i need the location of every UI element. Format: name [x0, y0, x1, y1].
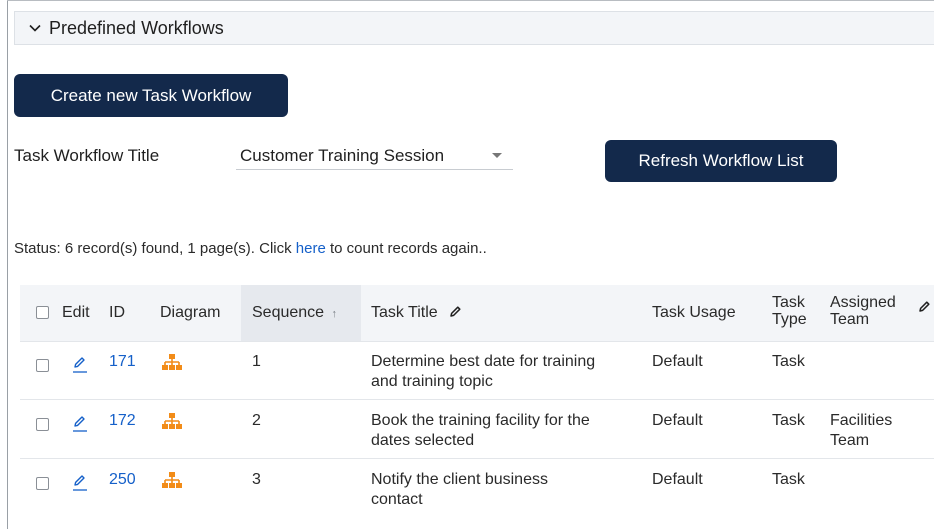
row-checkbox[interactable]: [36, 477, 49, 490]
edit-pencil-icon[interactable]: [72, 473, 88, 493]
column-header-sequence[interactable]: Sequence ↑: [252, 304, 337, 323]
task-title-line2: and training topic: [371, 373, 493, 390]
task-title-line1: Determine best date for training: [371, 353, 596, 370]
assigned-team-label-line1: Assigned: [830, 294, 896, 311]
row-task-type: Task: [772, 353, 805, 370]
column-header-task-type[interactable]: Task Type: [772, 294, 807, 328]
refresh-workflow-list-button[interactable]: Refresh Workflow List: [605, 140, 837, 182]
task-title-line1: Notify the client business: [371, 471, 548, 488]
predefined-workflows-header[interactable]: Predefined Workflows: [14, 11, 934, 45]
header-divider: [20, 341, 934, 342]
edit-pencil-icon[interactable]: [72, 414, 88, 434]
sort-ascending-icon: ↑: [331, 308, 338, 320]
diagram-icon[interactable]: [162, 413, 182, 430]
selected-workflow-value: Customer Training Session: [240, 146, 445, 165]
row-task-usage: Default: [652, 353, 703, 370]
sequence-label: Sequence: [252, 304, 325, 321]
dropdown-caret-icon: [492, 153, 502, 158]
panel-border-top: [7, 0, 934, 1]
row-id-link[interactable]: 172: [109, 411, 136, 431]
row-task-type: Task: [772, 471, 805, 488]
task-title-line1: Book the training facility for the: [371, 412, 590, 429]
row-checkbox[interactable]: [36, 359, 49, 372]
row-id-link[interactable]: 171: [109, 352, 136, 372]
pencil-icon[interactable]: [449, 305, 462, 318]
count-records-link[interactable]: here: [296, 240, 326, 257]
assigned-team-label-line2: Team: [830, 311, 870, 328]
task-title-line2: contact: [371, 491, 423, 508]
diagram-icon[interactable]: [162, 472, 182, 489]
select-all-checkbox[interactable]: [36, 306, 49, 319]
assigned-team-line2: Team: [830, 432, 870, 449]
column-header-task-title[interactable]: Task Title: [371, 304, 462, 321]
section-title: Predefined Workflows: [49, 17, 224, 38]
status-suffix: to count records again..: [325, 240, 487, 257]
row-task-title: Determine best date for training and tra…: [371, 352, 595, 392]
column-header-diagram: Diagram: [160, 304, 221, 321]
task-type-label-line2: Type: [772, 311, 807, 328]
create-task-workflow-button[interactable]: Create new Task Workflow: [14, 74, 288, 117]
row-id-link[interactable]: 250: [109, 470, 136, 490]
column-header-edit: Edit: [62, 304, 90, 321]
row-task-title: Book the training facility for the dates…: [371, 411, 590, 451]
row-task-usage: Default: [652, 412, 703, 429]
task-type-label-line1: Task: [772, 294, 805, 311]
row-task-title: Notify the client business contact: [371, 470, 548, 510]
task-title-label: Task Title: [371, 304, 438, 321]
task-workflow-title-select[interactable]: Customer Training Session: [236, 140, 513, 170]
status-text: Status: 6 record(s) found, 1 page(s). Cl…: [14, 240, 487, 257]
diagram-icon[interactable]: [162, 354, 182, 371]
row-divider: [20, 458, 934, 459]
row-divider: [20, 399, 934, 400]
column-header-id[interactable]: ID: [109, 304, 125, 321]
row-assigned-team: Facilities Team: [830, 411, 892, 451]
row-task-usage: Default: [652, 471, 703, 488]
row-sequence: 2: [252, 412, 261, 429]
task-workflow-title-label: Task Workflow Title: [14, 146, 160, 165]
row-checkbox[interactable]: [36, 418, 49, 431]
chevron-down-icon: [29, 24, 41, 32]
assigned-team-line1: Facilities: [830, 412, 893, 429]
row-sequence: 1: [252, 353, 261, 370]
status-prefix: Status: 6 record(s) found, 1 page(s). Cl…: [14, 240, 296, 257]
edit-pencil-icon[interactable]: [72, 355, 88, 375]
panel-border-left: [7, 0, 8, 529]
row-sequence: 3: [252, 471, 261, 488]
task-title-line2: dates selected: [371, 432, 475, 449]
pencil-icon[interactable]: [918, 300, 931, 313]
column-header-assigned-team[interactable]: Assigned Team: [830, 294, 896, 328]
row-task-type: Task: [772, 412, 805, 429]
column-header-task-usage[interactable]: Task Usage: [652, 304, 736, 321]
